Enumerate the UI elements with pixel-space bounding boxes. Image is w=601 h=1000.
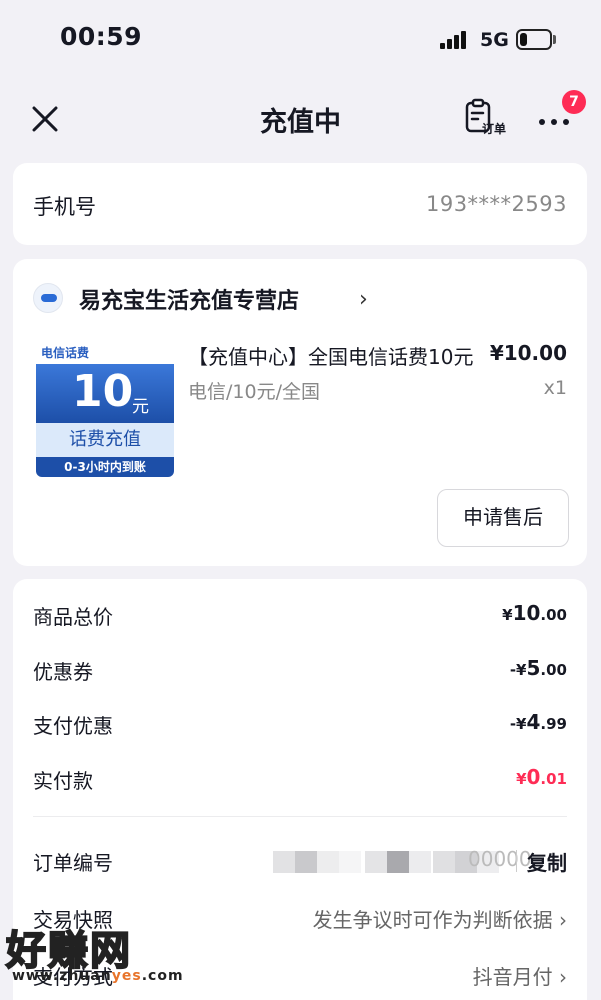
store-logo-icon <box>33 283 63 313</box>
coupon-row: 优惠券 -¥5.00 <box>33 656 567 686</box>
paid-label: 实付款 <box>33 769 93 793</box>
copy-separator <box>516 850 517 872</box>
order-button[interactable]: 订单 <box>464 98 514 142</box>
watermark-url: www.zhuanyes.com <box>12 968 184 984</box>
paid-value: ¥0.01 <box>516 765 567 789</box>
total-value: ¥10.00 <box>502 601 567 625</box>
product-card: 易充宝生活充值专营店 › 电信话费 10 元 话费充值 0-3小时内到账 【充值… <box>13 259 587 566</box>
store-name: 易充宝生活充值专营店 <box>79 289 300 314</box>
thumb-foot-text: 0-3小时内到账 <box>36 457 174 477</box>
total-label: 商品总价 <box>33 605 113 629</box>
coupon-label: 优惠券 <box>33 660 93 684</box>
product-quantity: x1 <box>543 377 567 399</box>
pay-discount-value: -¥4.99 <box>509 710 567 734</box>
after-sale-button[interactable]: 申请售后 <box>437 489 569 547</box>
phone-label: 手机号 <box>33 195 96 219</box>
total-row: 商品总价 ¥10.00 <box>33 601 567 631</box>
product-price: ¥10.00 <box>489 341 567 365</box>
thumb-amount-panel: 10 元 <box>36 364 174 423</box>
product-title[interactable]: 【充值中心】全国电信话费10元 <box>188 341 478 370</box>
pay-discount-row: 支付优惠 -¥4.99 <box>33 710 567 740</box>
phone-card: 手机号 193****2593 <box>13 163 587 245</box>
network-type: 5G <box>480 29 509 51</box>
copy-button[interactable]: 复制 <box>527 847 567 876</box>
signal-icon <box>440 31 470 49</box>
thumb-band-text: 话费充值 <box>36 423 174 457</box>
pay-method-link[interactable]: 抖音月付 › <box>473 961 567 990</box>
order-number-visible: 00000 <box>468 847 532 871</box>
thumb-unit: 元 <box>132 397 149 417</box>
chevron-right-icon: › <box>359 287 368 312</box>
battery-cap <box>553 35 556 44</box>
notification-badge: 7 <box>562 90 586 114</box>
order-number-row: 订单编号 00000 复制 <box>33 847 567 877</box>
status-time: 00:59 <box>60 22 143 51</box>
thumb-top-text: 电信话费 <box>41 346 90 360</box>
pay-discount-label: 支付优惠 <box>33 714 113 738</box>
divider <box>33 816 567 817</box>
paid-row: 实付款 ¥0.01 <box>33 765 567 795</box>
nav-bar: 充值中 订单 <box>0 82 601 158</box>
coupon-value: -¥5.00 <box>509 656 567 680</box>
battery-level <box>520 33 527 46</box>
snapshot-link[interactable]: 发生争议时可作为判断依据 › <box>313 904 567 933</box>
order-number-label: 订单编号 <box>33 851 113 875</box>
order-label: 订单 <box>482 122 507 136</box>
phone-value: 193****2593 <box>425 192 567 216</box>
product-spec: 电信/10元/全国 <box>188 381 320 403</box>
thumb-amount: 10 <box>72 366 134 417</box>
status-bar: 00:59 5G <box>0 0 601 80</box>
product-thumbnail[interactable]: 电信话费 10 元 话费充值 0-3小时内到账 <box>36 343 174 477</box>
watermark: 好赚网 www.zhuanyes.com <box>5 918 196 998</box>
battery-icon <box>516 29 552 50</box>
